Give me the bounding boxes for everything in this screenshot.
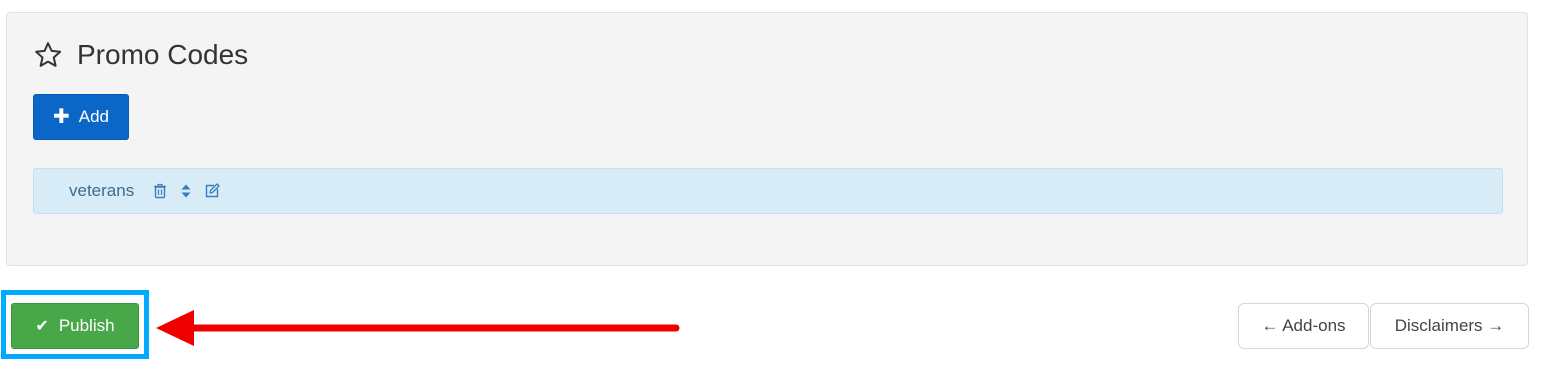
prev-step-label: ← Add-ons <box>1261 316 1346 335</box>
sort-icon[interactable] <box>178 183 194 199</box>
add-promo-code-button[interactable]: ✚ Add <box>33 94 129 140</box>
promo-code-label: veterans <box>69 181 135 200</box>
next-step-label: Disclaimers → <box>1394 316 1505 335</box>
trash-icon[interactable] <box>152 183 168 199</box>
publish-button[interactable]: ✔ Publish <box>11 303 139 349</box>
prev-step-button[interactable]: ← Add-ons <box>1238 303 1369 349</box>
page-title: Promo Codes <box>77 39 249 70</box>
promo-code-item: veterans <box>33 168 1503 214</box>
next-step-button[interactable]: Disclaimers → <box>1370 303 1529 349</box>
promo-codes-panel: Promo Codes ✚ Add veterans <box>6 12 1528 266</box>
panel-title: Promo Codes <box>33 39 248 71</box>
plus-icon: ✚ <box>52 106 70 128</box>
check-icon: ✔ <box>35 318 49 335</box>
publish-button-label: Publish <box>58 316 115 335</box>
star-outline-icon <box>35 42 62 67</box>
add-button-label: Add <box>78 107 109 126</box>
annotation-arrow <box>156 310 680 346</box>
edit-icon[interactable] <box>204 183 220 199</box>
